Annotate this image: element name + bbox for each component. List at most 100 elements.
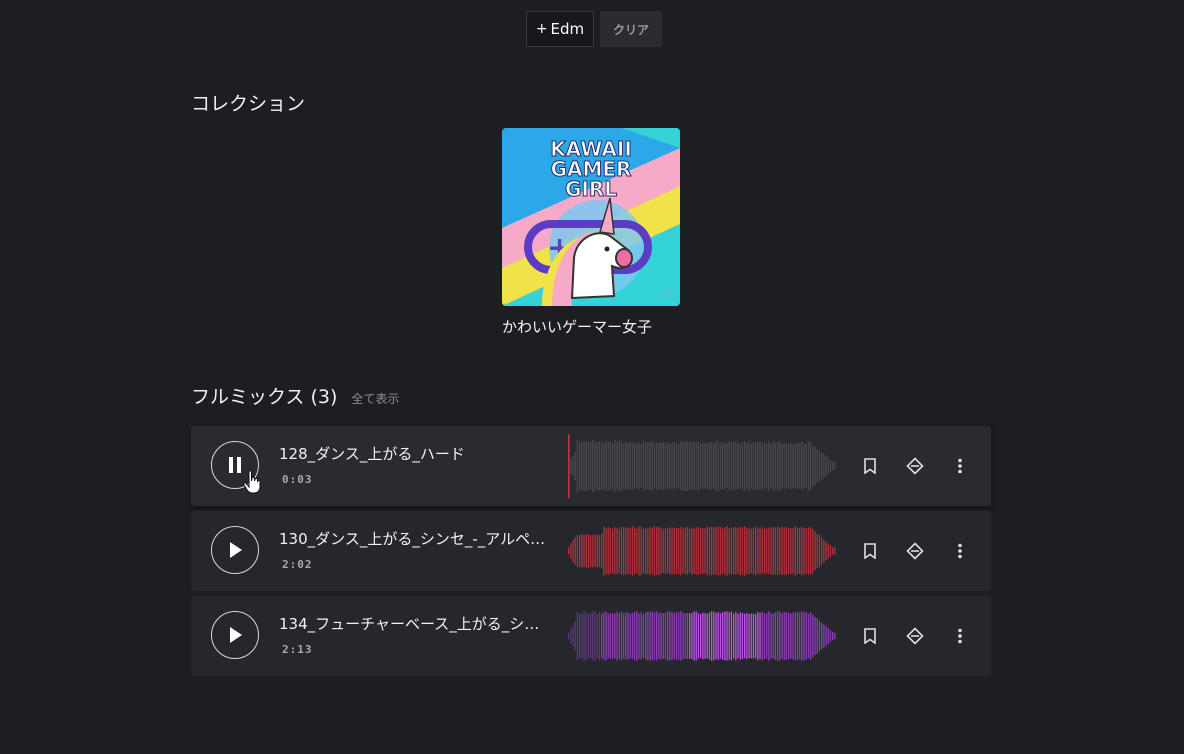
waveform-bar — [715, 441, 717, 491]
waveform-bar — [792, 528, 794, 574]
track-title[interactable]: 128_ダンス_上がる_ハード — [279, 443, 549, 464]
bookmark-icon — [864, 628, 876, 644]
waveform-bar — [777, 526, 779, 576]
waveform-bar — [651, 528, 653, 574]
track-title[interactable]: 130_ダンス_上がる_シンセ_-_アルペ… — [279, 528, 549, 549]
waveform-bar — [827, 458, 829, 474]
waveform-bar — [634, 527, 636, 574]
waveform-bar — [763, 527, 766, 575]
bookmark-button[interactable] — [859, 540, 881, 562]
track-title[interactable]: 134_フューチャーベース_上がる_シ… — [279, 613, 549, 634]
waveform-bar — [781, 527, 783, 575]
waveform-bar — [823, 624, 825, 648]
waveform-bar — [801, 526, 803, 576]
waveform-bar — [728, 612, 730, 660]
waveform-0[interactable] — [568, 434, 838, 498]
play-icon — [230, 542, 242, 558]
waveform-bar — [733, 613, 735, 659]
waveform-bar — [660, 527, 662, 575]
waveform-bar — [579, 442, 581, 490]
waveform-bar — [755, 442, 757, 490]
waveform-bar — [576, 612, 579, 660]
waveform-bar — [726, 526, 728, 576]
clear-button[interactable]: クリア — [600, 11, 662, 47]
collection-card[interactable]: + KAWAII GAMER GIRL かわいいゲーマー女子 — [502, 128, 680, 337]
waveform-bar — [759, 613, 761, 659]
track-row[interactable]: 128_ダンス_上がる_ハード 0:03 — [191, 426, 991, 506]
waveform-bar — [708, 442, 711, 490]
more-vert-icon — [958, 458, 962, 474]
waveform-bar — [686, 441, 689, 491]
waveform-bar — [766, 528, 768, 574]
show-all-link[interactable]: 全て表示 — [351, 390, 399, 407]
bookmark-button[interactable] — [859, 455, 881, 477]
waveform-bar — [719, 443, 722, 489]
waveform-bar — [629, 527, 631, 575]
more-options-button[interactable] — [949, 625, 971, 647]
stems-button[interactable] — [904, 625, 926, 647]
waveform-bar — [783, 611, 785, 661]
stems-button[interactable] — [904, 540, 926, 562]
waveform-bar — [715, 612, 717, 660]
edm-filter-chip[interactable]: + Edm — [526, 11, 594, 47]
waveform-2[interactable] — [568, 604, 838, 668]
waveform-bar — [576, 440, 579, 492]
waveform-bar — [735, 527, 737, 575]
waveform-bar — [625, 527, 627, 575]
waveform-bar — [675, 443, 678, 489]
waveform-bar — [796, 527, 799, 575]
waveform-bar — [805, 528, 807, 574]
waveform-bar — [598, 535, 601, 567]
waveform-1[interactable] — [568, 519, 838, 583]
waveform-bar — [801, 611, 803, 661]
waveform-bar — [700, 528, 702, 574]
waveform-bar — [658, 442, 660, 490]
more-options-button[interactable] — [949, 540, 971, 562]
waveform-bar — [649, 526, 651, 576]
waveform-bar — [711, 526, 713, 576]
track-row[interactable]: 130_ダンス_上がる_シンセ_-_アルペ… 2:02 — [191, 511, 991, 591]
waveform-bar — [752, 527, 755, 575]
waveform-bar — [825, 541, 827, 561]
waveform-bar — [744, 613, 746, 659]
play-button[interactable] — [211, 526, 259, 574]
waveform-bar — [631, 526, 634, 576]
waveform-bar — [737, 442, 739, 490]
waveform-bar — [814, 446, 816, 486]
stems-button[interactable] — [904, 455, 926, 477]
fullmix-title: フルミックス (3) — [191, 386, 338, 408]
waveform-bar — [667, 442, 669, 490]
waveform-bar — [596, 534, 598, 568]
waveform-bar — [827, 543, 829, 559]
waveform-bar — [807, 527, 810, 575]
waveform-bar — [777, 611, 779, 661]
more-options-button[interactable] — [949, 455, 971, 477]
collection-cover-image[interactable]: + KAWAII GAMER GIRL — [502, 128, 680, 306]
waveform-bar — [772, 527, 774, 575]
waveform-bar — [796, 443, 799, 489]
bookmark-button[interactable] — [859, 625, 881, 647]
waveform-bar — [667, 528, 669, 574]
waveform-bar — [568, 547, 570, 555]
waveform-bar — [757, 442, 759, 490]
track-row[interactable]: 134_フューチャーベース_上がる_シ… 2:13 — [191, 596, 991, 676]
waveform-bar — [717, 612, 719, 660]
waveform-bar — [755, 526, 757, 576]
waveform-bar — [748, 614, 750, 658]
waveform-bar — [596, 442, 598, 490]
play-button[interactable] — [211, 611, 259, 659]
waveform-bar — [739, 526, 741, 576]
waveform-bar — [671, 443, 673, 489]
waveform-bar — [691, 613, 693, 659]
waveform-bar — [669, 443, 671, 489]
waveform-bar — [594, 535, 596, 567]
waveform-bar — [629, 441, 631, 491]
waveform-bar — [730, 442, 733, 490]
pause-icon — [229, 457, 241, 473]
waveform-bar — [724, 442, 726, 490]
waveform-bar — [605, 611, 607, 661]
waveform-bar — [614, 613, 616, 659]
waveform-bar — [682, 612, 684, 660]
collection-title[interactable]: かわいいゲーマー女子 — [502, 316, 680, 337]
waveform-bar — [603, 526, 605, 576]
